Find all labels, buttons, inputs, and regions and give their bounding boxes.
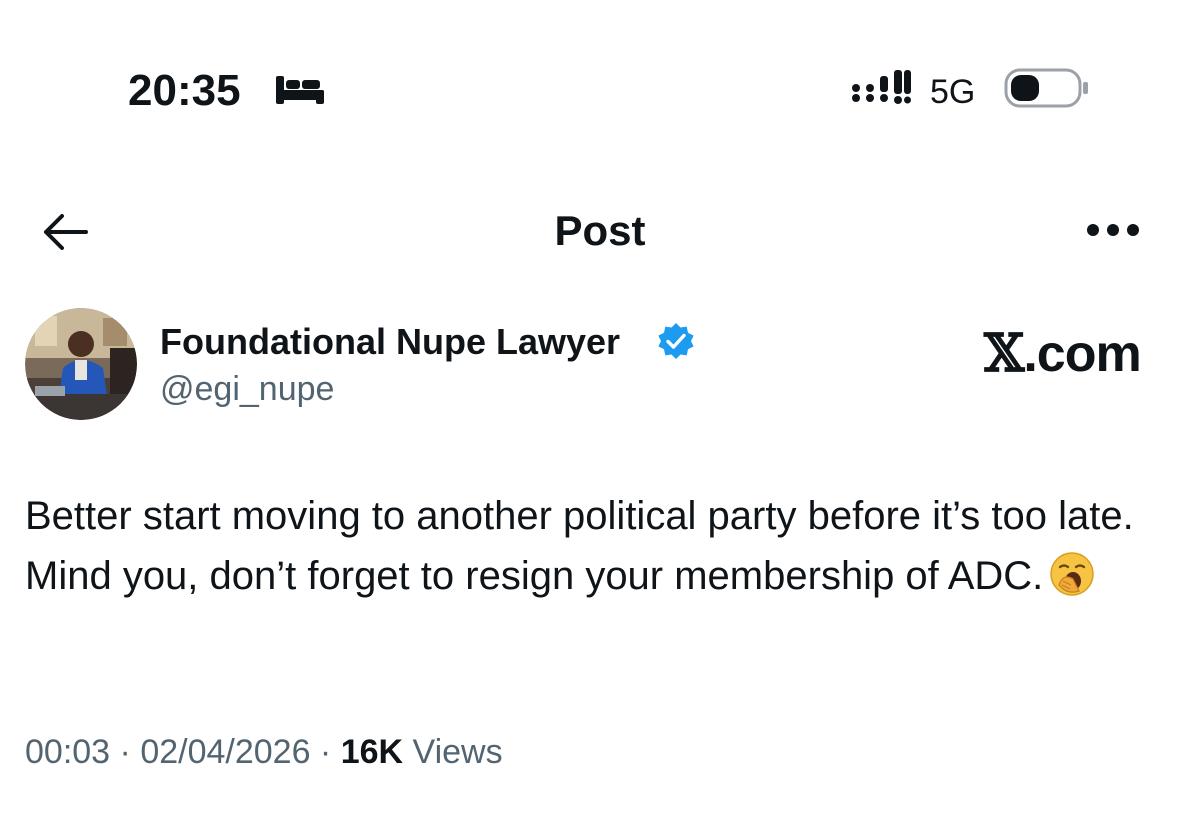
verified-badge-icon	[658, 323, 694, 359]
meta-separator-2: ·	[310, 733, 341, 771]
battery-icon	[1004, 68, 1088, 108]
post-text: Better start moving to another political…	[25, 486, 1185, 606]
post-meta: 00:03 · 02/04/2026 · 16K Views	[25, 730, 503, 774]
brand-x: 𝕏	[984, 323, 1024, 384]
author-handle[interactable]: @egi_nupe	[160, 368, 334, 410]
brand-suffix: .com	[1023, 325, 1141, 383]
yawning-face-emoji	[1050, 552, 1095, 597]
status-time: 20:35	[128, 66, 241, 115]
meta-separator: ·	[110, 733, 141, 771]
views-label: Views	[412, 733, 503, 771]
page-title: Post	[554, 207, 646, 254]
views-count[interactable]: 16K	[341, 733, 403, 771]
avatar[interactable]	[25, 308, 137, 420]
post-time: 00:03	[25, 733, 111, 771]
post-date: 02/04/2026	[140, 733, 311, 771]
post-text-content: Better start moving to another political…	[25, 494, 1134, 598]
network-type: 5G	[930, 73, 976, 111]
brand-watermark: 𝕏.com	[984, 323, 1142, 384]
signal-icon	[852, 70, 911, 104]
more-icon[interactable]	[1086, 222, 1140, 238]
bed-icon	[276, 76, 324, 104]
author-name[interactable]: Foundational Nupe Lawyer	[160, 320, 620, 364]
post-screen: 20:35 5G Post Foundational Nupe Lawyer @…	[0, 0, 1200, 815]
